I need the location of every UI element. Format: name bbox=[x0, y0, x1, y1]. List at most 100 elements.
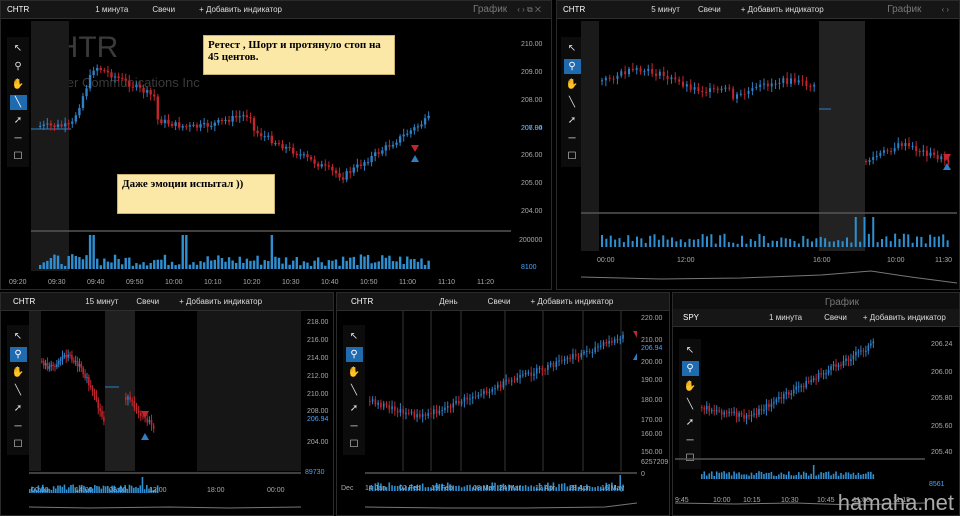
arrow-icon[interactable]: ➚ bbox=[10, 113, 27, 128]
add-indicator-button[interactable]: + Добавить индикатор bbox=[179, 297, 262, 306]
interval-selector[interactable]: 15 минут bbox=[85, 297, 118, 306]
volume-bar bbox=[299, 265, 302, 269]
candle bbox=[867, 345, 870, 351]
candle bbox=[455, 400, 457, 404]
candle bbox=[460, 401, 463, 404]
session-shade bbox=[819, 21, 865, 251]
volume-bar bbox=[788, 471, 790, 479]
volume-bar bbox=[39, 264, 42, 269]
price-tick-label: 205.00 bbox=[521, 180, 543, 187]
window-controls[interactable]: ‹ › ⧉ ✕ bbox=[517, 5, 541, 15]
candle bbox=[810, 380, 812, 382]
rect-icon[interactable]: ☐ bbox=[564, 149, 581, 164]
hline-icon[interactable]: ─ bbox=[10, 131, 27, 146]
add-indicator-button[interactable]: + Добавить индикатор bbox=[741, 5, 824, 14]
chart-type-selector[interactable]: Свечи bbox=[824, 313, 847, 322]
volume-bar bbox=[745, 474, 748, 479]
hand-icon[interactable]: ✋ bbox=[10, 77, 27, 92]
line-icon[interactable]: ╲ bbox=[9, 95, 27, 110]
zoom-icon[interactable]: ⚲ bbox=[10, 59, 27, 74]
volume-bar bbox=[46, 260, 49, 269]
candle bbox=[56, 124, 60, 127]
chart-type-selector[interactable]: Свечи bbox=[488, 297, 511, 306]
rect-icon[interactable]: ☐ bbox=[346, 437, 363, 452]
candle bbox=[608, 341, 610, 344]
hand-icon[interactable]: ✋ bbox=[10, 365, 27, 380]
hline-icon[interactable]: ─ bbox=[10, 419, 27, 434]
interval-selector[interactable]: День bbox=[439, 297, 457, 306]
hline-icon[interactable]: ─ bbox=[346, 419, 363, 434]
candle bbox=[682, 81, 684, 87]
zoom-icon[interactable]: ⚲ bbox=[9, 347, 27, 362]
hand-icon[interactable]: ✋ bbox=[564, 77, 581, 92]
volume-bar bbox=[50, 489, 53, 493]
interval-selector[interactable]: 1 минута bbox=[769, 313, 802, 322]
price-tick-label: 204.00 bbox=[307, 439, 329, 446]
add-indicator-button[interactable]: + Добавить индикатор bbox=[530, 297, 613, 306]
add-indicator-button[interactable]: + Добавить индикатор bbox=[199, 5, 282, 14]
volume-bar bbox=[748, 475, 750, 479]
candle bbox=[882, 150, 885, 153]
hand-icon[interactable]: ✋ bbox=[346, 365, 363, 380]
symbol-selector[interactable]: CHTR bbox=[337, 297, 373, 306]
window-controls[interactable]: ‹ › bbox=[941, 5, 949, 14]
arrow-icon[interactable]: ➚ bbox=[10, 401, 27, 416]
candle bbox=[57, 360, 60, 365]
cursor-icon[interactable]: ↖ bbox=[564, 41, 581, 56]
annotation-note-short[interactable]: Ретест , Шорт и протянуло стоп на 45 цен… bbox=[203, 35, 395, 75]
arrow-icon[interactable]: ➚ bbox=[564, 113, 581, 128]
zoom-icon[interactable]: ⚲ bbox=[563, 59, 581, 74]
volume-axis-label: 8561 bbox=[929, 481, 945, 488]
candle bbox=[477, 395, 480, 397]
volume-bar bbox=[802, 235, 805, 247]
price-chart[interactable] bbox=[29, 311, 301, 515]
volume-bar bbox=[56, 255, 60, 269]
volume-bar bbox=[192, 262, 195, 269]
candle bbox=[535, 368, 538, 374]
volume-bar bbox=[141, 477, 144, 493]
symbol-selector[interactable]: CHTR bbox=[1, 5, 29, 14]
buy-signal-icon bbox=[141, 433, 149, 440]
cursor-icon[interactable]: ↖ bbox=[10, 41, 27, 56]
add-indicator-button[interactable]: + Добавить индикатор bbox=[863, 313, 946, 322]
zoom-icon[interactable]: ⚲ bbox=[345, 347, 363, 362]
candle bbox=[735, 411, 738, 417]
annotation-note-emotions[interactable]: Даже эмоции испытал )) bbox=[117, 174, 275, 214]
rect-icon[interactable]: ☐ bbox=[10, 437, 27, 452]
volume-bar bbox=[81, 259, 85, 269]
candle bbox=[295, 153, 298, 156]
volume-bar bbox=[749, 239, 752, 247]
candle bbox=[773, 402, 775, 404]
interval-selector[interactable]: 5 минут bbox=[651, 5, 680, 14]
candle bbox=[430, 413, 432, 415]
symbol-selector[interactable]: SPY bbox=[673, 313, 699, 322]
line-icon[interactable]: ╲ bbox=[10, 383, 27, 398]
candle bbox=[135, 84, 138, 88]
price-chart[interactable] bbox=[675, 327, 925, 515]
chart-type-selector[interactable]: Свечи bbox=[136, 297, 159, 306]
candle bbox=[611, 341, 613, 343]
time-tick-label: 12:00 bbox=[149, 487, 167, 494]
interval-selector[interactable]: 1 минута bbox=[95, 5, 128, 14]
volume-bar bbox=[561, 483, 563, 491]
cursor-icon[interactable]: ↖ bbox=[346, 329, 363, 344]
volume-bar bbox=[837, 240, 840, 247]
volume-bar bbox=[78, 257, 81, 269]
symbol-selector[interactable]: CHTR bbox=[557, 5, 585, 14]
chart-type-selector[interactable]: Свечи bbox=[152, 5, 175, 14]
symbol-selector[interactable]: CHTR bbox=[1, 297, 35, 306]
hline-icon[interactable]: ─ bbox=[564, 131, 581, 146]
chart-type-selector[interactable]: Свечи bbox=[698, 5, 721, 14]
price-chart[interactable] bbox=[581, 21, 957, 289]
candle bbox=[84, 373, 86, 379]
volume-bar bbox=[827, 471, 830, 479]
cursor-icon[interactable]: ↖ bbox=[10, 329, 27, 344]
candle bbox=[352, 167, 355, 173]
volume-bar bbox=[102, 485, 105, 493]
candle bbox=[631, 68, 634, 71]
arrow-icon[interactable]: ➚ bbox=[346, 401, 363, 416]
candle bbox=[713, 410, 716, 412]
rect-icon[interactable]: ☐ bbox=[10, 149, 27, 164]
line-icon[interactable]: ╲ bbox=[564, 95, 581, 110]
line-icon[interactable]: ╲ bbox=[346, 383, 363, 398]
